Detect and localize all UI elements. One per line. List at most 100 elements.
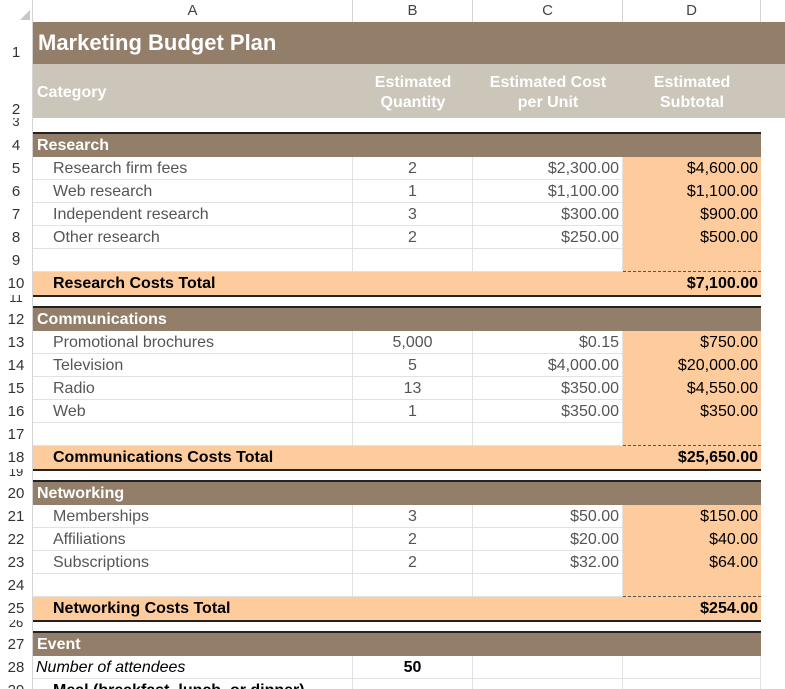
item-subtotal[interactable]: $64.00: [623, 551, 761, 574]
row-number[interactable]: 28: [0, 656, 33, 679]
empty-cell[interactable]: [473, 423, 623, 446]
empty-cell[interactable]: [353, 249, 473, 272]
item-quantity[interactable]: 1: [353, 400, 473, 423]
row-number[interactable]: 23: [0, 551, 33, 574]
row-number[interactable]: 11: [0, 295, 33, 308]
category-header[interactable]: Category: [33, 64, 353, 118]
empty-subtotal-cell[interactable]: [623, 574, 761, 597]
select-all-button[interactable]: [0, 0, 33, 22]
item-label[interactable]: Other research: [33, 226, 353, 249]
empty-cell[interactable]: [353, 679, 473, 689]
row-number[interactable]: 13: [0, 331, 33, 354]
item-label[interactable]: Memberships: [33, 505, 353, 528]
section-communications[interactable]: Communications: [33, 308, 761, 331]
row-number[interactable]: 9: [0, 249, 33, 272]
item-label[interactable]: Research firm fees: [33, 157, 353, 180]
networking-total-label[interactable]: Networking Costs Total: [33, 597, 623, 620]
item-cost[interactable]: $0.15: [473, 331, 623, 354]
row-number[interactable]: 1: [0, 22, 33, 64]
item-cost[interactable]: $32.00: [473, 551, 623, 574]
empty-cell[interactable]: [623, 679, 761, 689]
item-cost[interactable]: $350.00: [473, 400, 623, 423]
item-subtotal[interactable]: $350.00: [623, 400, 761, 423]
item-cost[interactable]: $2,300.00: [473, 157, 623, 180]
row-number[interactable]: 7: [0, 203, 33, 226]
row-number[interactable]: 4: [0, 134, 33, 157]
item-cost[interactable]: $250.00: [473, 226, 623, 249]
item-subtotal[interactable]: $40.00: [623, 528, 761, 551]
empty-cell[interactable]: [353, 423, 473, 446]
item-cost[interactable]: $4,000.00: [473, 354, 623, 377]
communications-total-value[interactable]: $25,650.00: [623, 446, 761, 469]
attendees-value[interactable]: 50: [353, 656, 473, 679]
item-quantity[interactable]: 2: [353, 551, 473, 574]
row-number[interactable]: 8: [0, 226, 33, 249]
section-research[interactable]: Research: [33, 134, 761, 157]
item-cost[interactable]: $1,100.00: [473, 180, 623, 203]
item-quantity[interactable]: 5,000: [353, 331, 473, 354]
row-number[interactable]: 3: [0, 118, 33, 134]
item-subtotal[interactable]: $150.00: [623, 505, 761, 528]
empty-cell[interactable]: [33, 423, 353, 446]
row-number[interactable]: 14: [0, 354, 33, 377]
empty-cell[interactable]: [473, 656, 623, 679]
item-label[interactable]: Television: [33, 354, 353, 377]
item-quantity[interactable]: 2: [353, 157, 473, 180]
item-cost[interactable]: $350.00: [473, 377, 623, 400]
row-number[interactable]: 24: [0, 574, 33, 597]
empty-cell[interactable]: [473, 249, 623, 272]
empty-cell[interactable]: [473, 679, 623, 689]
attendees-label[interactable]: Number of attendees: [33, 656, 353, 679]
item-subtotal[interactable]: $750.00: [623, 331, 761, 354]
row-number[interactable]: 10: [0, 272, 33, 295]
row-number[interactable]: 27: [0, 633, 33, 656]
column-header-a[interactable]: A: [33, 0, 353, 22]
empty-cell[interactable]: [33, 574, 353, 597]
item-label[interactable]: Subscriptions: [33, 551, 353, 574]
row-number[interactable]: 5: [0, 157, 33, 180]
row-number[interactable]: 6: [0, 180, 33, 203]
row-number[interactable]: 2: [0, 64, 33, 118]
communications-total-label[interactable]: Communications Costs Total: [33, 446, 623, 469]
item-quantity[interactable]: 2: [353, 528, 473, 551]
row-number[interactable]: 22: [0, 528, 33, 551]
empty-cell[interactable]: [353, 574, 473, 597]
item-label[interactable]: Radio: [33, 377, 353, 400]
row-number[interactable]: 20: [0, 482, 33, 505]
item-cost[interactable]: $20.00: [473, 528, 623, 551]
section-networking[interactable]: Networking: [33, 482, 761, 505]
column-header-d[interactable]: D: [623, 0, 761, 22]
item-subtotal[interactable]: $20,000.00: [623, 354, 761, 377]
research-total-label[interactable]: Research Costs Total: [33, 272, 623, 295]
item-label[interactable]: Web: [33, 400, 353, 423]
row-number[interactable]: 19: [0, 469, 33, 482]
page-title[interactable]: Marketing Budget Plan: [33, 22, 785, 64]
item-subtotal[interactable]: $4,600.00: [623, 157, 761, 180]
row-number[interactable]: 26: [0, 620, 33, 633]
row-number[interactable]: 25: [0, 597, 33, 620]
empty-cell[interactable]: [473, 574, 623, 597]
item-cost[interactable]: $300.00: [473, 203, 623, 226]
row-number[interactable]: 21: [0, 505, 33, 528]
empty-cell[interactable]: [623, 656, 761, 679]
column-header-b[interactable]: B: [353, 0, 473, 22]
empty-cell[interactable]: [33, 249, 353, 272]
cost-per-unit-header[interactable]: Estimated Cost per Unit: [473, 64, 623, 118]
row-number[interactable]: 16: [0, 400, 33, 423]
research-total-value[interactable]: $7,100.00: [623, 272, 761, 295]
item-subtotal[interactable]: $4,550.00: [623, 377, 761, 400]
item-label[interactable]: Promotional brochures: [33, 331, 353, 354]
item-quantity[interactable]: 3: [353, 505, 473, 528]
row-number[interactable]: 17: [0, 423, 33, 446]
quantity-header[interactable]: Estimated Quantity: [353, 64, 473, 118]
networking-total-value[interactable]: $254.00: [623, 597, 761, 620]
meal-label[interactable]: Meal (breakfast, lunch, or dinner): [33, 679, 353, 689]
row-number[interactable]: 15: [0, 377, 33, 400]
item-subtotal[interactable]: $500.00: [623, 226, 761, 249]
item-quantity[interactable]: 2: [353, 226, 473, 249]
row-number[interactable]: 18: [0, 446, 33, 469]
row-number[interactable]: 12: [0, 308, 33, 331]
item-label[interactable]: Web research: [33, 180, 353, 203]
empty-subtotal-cell[interactable]: [623, 423, 761, 446]
item-quantity[interactable]: 3: [353, 203, 473, 226]
